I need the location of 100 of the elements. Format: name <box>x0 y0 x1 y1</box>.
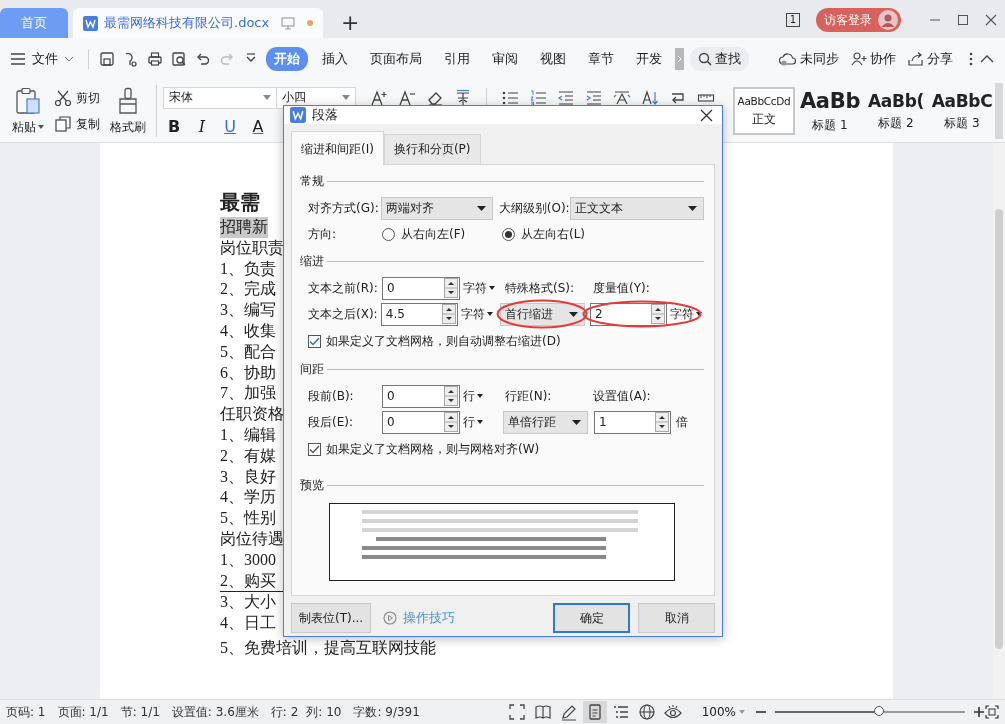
style-preset[interactable]: AaBbC 标题 3 <box>931 87 993 135</box>
ribbon-tab[interactable]: 插入 <box>314 47 356 71</box>
paste-button[interactable]: 粘贴 <box>8 86 48 136</box>
spacing-icon[interactable] <box>613 88 631 107</box>
caret-icon <box>688 205 697 211</box>
spinner-icon[interactable] <box>651 304 665 324</box>
spinner-icon[interactable] <box>655 412 669 432</box>
sort-icon[interactable] <box>641 88 659 107</box>
cancel-button[interactable]: 取消 <box>638 603 715 633</box>
save-icon[interactable] <box>98 50 116 68</box>
spin-field[interactable]: 0 <box>382 410 460 434</box>
field-label: 对齐方式(G): <box>307 199 380 217</box>
unit-dropdown[interactable]: 字符 <box>463 279 497 297</box>
spin-field[interactable]: 0 <box>382 276 460 300</box>
zoom-dropdown[interactable]: 100% <box>701 705 745 719</box>
document-line: 2、完成 <box>220 279 276 300</box>
spinner-icon[interactable] <box>444 386 458 406</box>
direction-radio[interactable]: 从左向右(L) <box>502 225 586 243</box>
status-item: 设置值: 3.6厘米 <box>171 703 259 721</box>
new-tab-button[interactable]: + <box>341 12 360 34</box>
more-icon[interactable] <box>968 51 974 67</box>
shrink-font-icon[interactable] <box>398 88 416 107</box>
window-count[interactable]: 1 <box>785 13 800 27</box>
grid-checkbox[interactable]: 如果定义了文档网格，则自动调整右缩进(D) <box>300 327 704 355</box>
book-icon[interactable] <box>533 703 552 721</box>
toolbar-action[interactable]: 未同步 <box>779 50 839 68</box>
font-family-dropdown[interactable]: 宋体 <box>163 86 277 109</box>
ribbon-tab[interactable]: 页面布局 <box>362 47 430 71</box>
format-painter-button[interactable]: 格式刷 <box>106 86 150 136</box>
dialog-tab[interactable]: 缩进和间距(I) <box>291 131 384 165</box>
field-label: 段后(E): <box>307 413 354 431</box>
spinner-icon[interactable] <box>444 278 458 298</box>
spin-field[interactable]: 0 <box>382 384 460 408</box>
format-button[interactable]: I <box>191 116 213 136</box>
search-button[interactable]: 查找 <box>690 47 749 71</box>
cut-button[interactable]: 剪切 <box>54 89 100 107</box>
ribbon-tab[interactable]: 视图 <box>532 47 574 71</box>
ribbon-tab[interactable]: 开发 <box>628 47 670 71</box>
slider-thumb[interactable] <box>873 706 884 716</box>
tabs-button[interactable]: 制表位(T)... <box>291 603 372 633</box>
document-line: 7、加强 <box>220 383 276 404</box>
format-button[interactable]: B <box>163 116 185 136</box>
caret-icon <box>342 95 350 100</box>
outline-icon[interactable] <box>611 703 630 721</box>
style-preset[interactable]: AaBb( 标题 2 <box>865 87 927 135</box>
globe-icon[interactable] <box>637 703 656 721</box>
login-button[interactable]: 访客登录 <box>816 8 901 32</box>
font-size-dropdown[interactable]: 小四 <box>276 86 356 109</box>
pinyin-icon[interactable] <box>454 88 472 107</box>
spin-field[interactable]: 4.5 <box>380 302 458 326</box>
format-button[interactable]: A <box>247 116 269 136</box>
direction-radio[interactable]: 从右向左(F) <box>382 225 502 243</box>
fullscreen-icon[interactable] <box>507 703 526 721</box>
unit-dropdown[interactable]: 行 <box>463 413 497 431</box>
toolbar-action[interactable]: 分享 <box>908 50 953 68</box>
eye-icon[interactable] <box>663 703 682 721</box>
close-icon[interactable] <box>700 108 713 122</box>
dialog-tab[interactable]: 换行和分页(P) <box>383 134 481 164</box>
ok-button[interactable]: 确定 <box>553 603 630 633</box>
outdent-icon[interactable] <box>557 88 575 107</box>
gallery-scrollbar[interactable] <box>995 83 1003 139</box>
unit-dropdown[interactable]: 行 <box>463 387 497 405</box>
preview-icon[interactable] <box>170 50 188 68</box>
line-spacing-dropdown[interactable]: 单倍行距 <box>503 410 588 434</box>
maximize-icon[interactable] <box>957 14 969 26</box>
numbered-list-icon[interactable] <box>529 88 547 107</box>
caret-icon <box>477 420 483 424</box>
zoom-in-icon[interactable] <box>973 706 985 718</box>
ribbon-tab[interactable]: 引用 <box>436 47 478 71</box>
caret-icon <box>569 311 578 317</box>
grow-font-icon[interactable] <box>370 88 388 107</box>
document-line: 3、良好 <box>220 466 276 487</box>
spinner-icon[interactable] <box>441 304 456 324</box>
close-icon[interactable] <box>985 14 997 26</box>
unit-dropdown[interactable]: 字符 <box>670 305 704 323</box>
grid-checkbox[interactable]: 如果定义了文档网格，则与网格对齐(W) <box>300 435 704 463</box>
document-line: 4、收集 <box>220 321 276 341</box>
print-icon[interactable] <box>146 50 164 68</box>
outline-level-dropdown[interactable]: 正文文本 <box>569 196 704 220</box>
fit-icon[interactable] <box>985 705 999 719</box>
style-preset[interactable]: AaBb 标题 1 <box>799 87 861 135</box>
ribbon-tab[interactable]: 章节 <box>580 47 622 71</box>
spin-field[interactable]: 1 <box>594 410 671 434</box>
document-line: 1、编辑 <box>220 424 276 445</box>
ribbon-tab[interactable]: 审阅 <box>484 47 526 71</box>
format-button[interactable]: U <box>219 116 241 136</box>
spinner-icon[interactable] <box>444 412 458 432</box>
document-tab[interactable]: 最需网络科技有限公司.docx <box>73 8 323 38</box>
collapse-icon[interactable] <box>980 54 994 64</box>
copy-button[interactable]: 复制 <box>54 115 100 133</box>
special-format-dropdown[interactable]: 首行缩进 <box>500 302 585 326</box>
style-preset[interactable]: AaBbCcDd 正文 <box>733 87 795 135</box>
alignment-dropdown[interactable]: 两端对齐 <box>381 196 493 220</box>
document-icon <box>83 15 98 31</box>
pen-icon[interactable] <box>559 703 578 721</box>
indent-icon[interactable] <box>585 88 603 107</box>
toolbar-action[interactable]: 协作 <box>851 50 896 68</box>
scrollbar[interactable] <box>993 143 1005 699</box>
unit-dropdown[interactable]: 字符 <box>460 305 494 323</box>
file-menu[interactable]: 文件 <box>10 50 74 68</box>
